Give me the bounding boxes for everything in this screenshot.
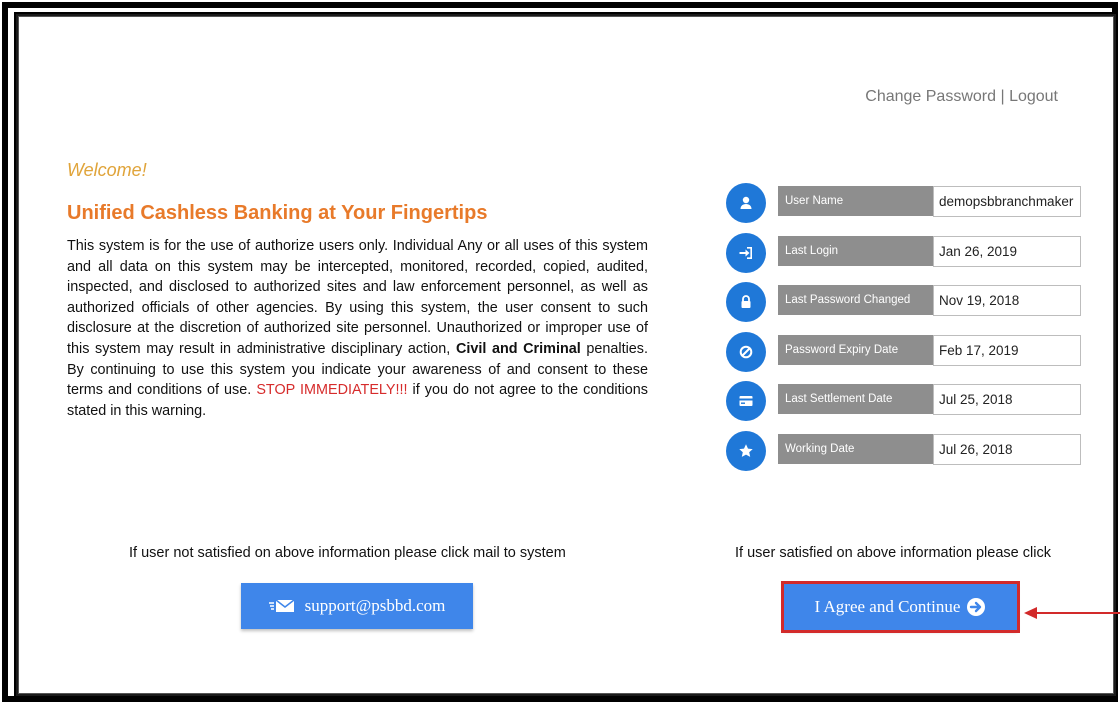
info-value: Jul 25, 2018: [933, 384, 1081, 416]
logout-link[interactable]: Logout: [1009, 88, 1058, 105]
ban-icon: [726, 331, 766, 372]
info-value: Jul 26, 2018: [933, 433, 1081, 465]
info-label: Last Settlement Date: [778, 384, 934, 415]
info-label: Last Login: [778, 235, 934, 266]
annotation-arrow-icon: [1024, 607, 1120, 619]
mail-instruction-text: If user not satisfied on above informati…: [129, 545, 566, 561]
info-row-user-name: User Name demopsbbranchmaker: [726, 180, 1082, 230]
info-label: Working Date: [778, 433, 934, 464]
terms-paragraph: This system is for the use of authorize …: [67, 236, 648, 421]
stop-warning: STOP IMMEDIATELY!!!: [256, 382, 408, 399]
info-row-last-password-changed: Last Password Changed Nov 19, 2018: [726, 279, 1082, 329]
info-label: Last Password Changed: [778, 285, 934, 316]
support-mail-label: support@psbbd.com: [304, 596, 446, 615]
info-row-last-settlement-date: Last Settlement Date Jul 25, 2018: [726, 378, 1082, 428]
info-label: Password Expiry Date: [778, 334, 934, 365]
page-title: Unified Cashless Banking at Your Fingert…: [67, 202, 488, 224]
welcome-text: Welcome!: [67, 160, 147, 180]
agree-continue-label: I Agree and Continue: [814, 597, 961, 616]
sign-in-icon: [726, 232, 766, 273]
terms-bold-text: Civil and Criminal: [455, 340, 581, 357]
info-label: User Name: [778, 186, 934, 216]
arrow-circle-right-icon: [966, 597, 986, 617]
agree-instruction-text: If user satisfied on above information p…: [735, 545, 1051, 561]
header-links: Change Password | Logout: [865, 88, 1058, 106]
info-value: Nov 19, 2018: [933, 285, 1081, 317]
agree-continue-button[interactable]: I Agree and Continue: [781, 581, 1020, 633]
user-icon: [726, 183, 766, 223]
info-value: Jan 26, 2019: [933, 235, 1081, 267]
link-separator: |: [996, 88, 1010, 105]
lock-icon: [726, 282, 766, 323]
support-mail-button[interactable]: support@psbbd.com: [241, 583, 473, 629]
terms-text-1: This system is for the use of authorize …: [67, 238, 648, 357]
envelope-icon: [268, 598, 295, 614]
info-row-working-date: Working Date Jul 26, 2018: [726, 428, 1082, 478]
user-info-panel: User Name demopsbbranchmaker Last Login …: [726, 180, 1082, 478]
card-icon: [726, 381, 766, 422]
star-icon: [726, 430, 766, 471]
info-value: Feb 17, 2019: [933, 334, 1081, 366]
info-value: demopsbbranchmaker: [933, 186, 1081, 217]
change-password-link[interactable]: Change Password: [865, 88, 996, 105]
info-row-last-login: Last Login Jan 26, 2019: [726, 230, 1082, 280]
info-row-password-expiry-date: Password Expiry Date Feb 17, 2019: [726, 329, 1082, 379]
